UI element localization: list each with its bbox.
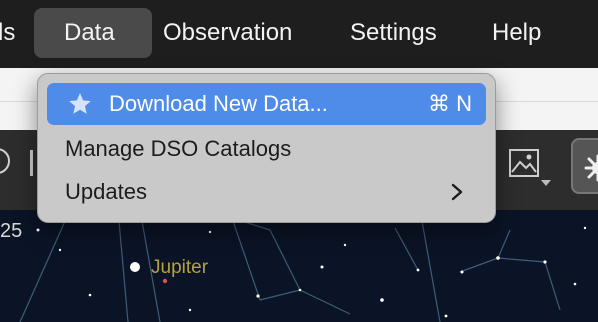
menu-settings[interactable]: Settings <box>350 8 437 58</box>
toolbar-separator <box>30 150 33 176</box>
sky-view[interactable] <box>0 210 598 322</box>
menu-observation[interactable]: Observation <box>163 8 292 58</box>
keyboard-shortcut: ⌘ N <box>428 91 472 116</box>
menu-help[interactable]: Help <box>492 8 541 58</box>
menu-item-download-new-data[interactable]: Download New Data... ⌘ N <box>47 83 486 125</box>
dropdown-arrow-icon[interactable] <box>541 180 551 186</box>
star-icon <box>69 93 91 114</box>
menu-item-updates[interactable]: Updates <box>47 171 486 213</box>
data-dropdown-menu: Download New Data... ⌘ N Manage DSO Cata… <box>37 73 496 223</box>
menu-item-manage-dso-catalogs[interactable]: Manage DSO Catalogs <box>47 128 486 170</box>
menu-data-label: Data <box>64 19 115 46</box>
sun-burst-button[interactable] <box>571 138 598 194</box>
menu-item-label: Updates <box>65 179 147 204</box>
jupiter-label[interactable]: Jupiter <box>151 257 208 279</box>
menu-tools[interactable]: ls <box>0 8 15 58</box>
menu-item-label: Manage DSO Catalogs <box>65 136 292 161</box>
menu-data[interactable]: Data <box>34 8 152 58</box>
menu-bar: ls Data Observation Settings Help <box>0 0 598 68</box>
sun-burst-icon <box>584 154 598 182</box>
constellation-lines <box>19 210 587 322</box>
menu-item-label: Download New Data... <box>109 91 328 116</box>
image-icon[interactable] <box>507 147 541 181</box>
stellarium-window: ls Data Observation Settings Help 25 Jup… <box>0 0 598 322</box>
sky-coordinate-label: 25 <box>0 220 23 242</box>
chevron-right-icon <box>451 183 463 201</box>
